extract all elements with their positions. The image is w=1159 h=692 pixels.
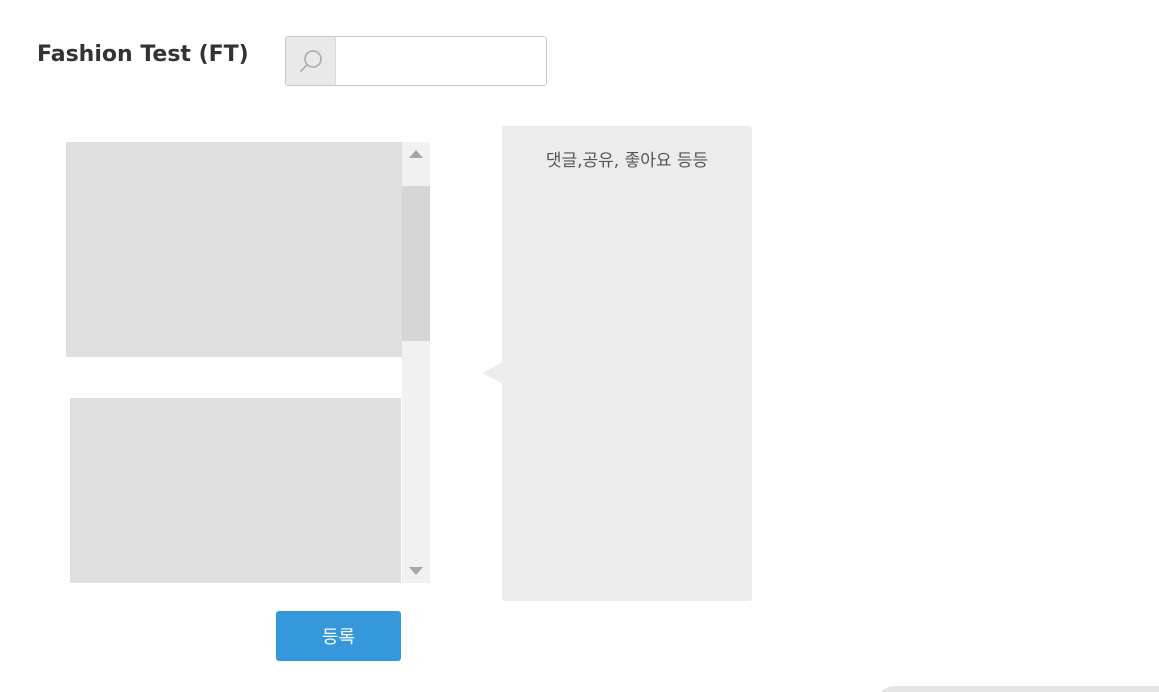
- page-root: Fashion Test (FT) 등록 댓글,공유, 좋아요 등등: [0, 0, 1159, 692]
- comment-panel: 댓글,공유, 좋아요 등등: [502, 126, 752, 601]
- search-input[interactable]: [336, 37, 542, 85]
- feed-panel[interactable]: [66, 142, 430, 583]
- search-icon-glyph: [299, 50, 322, 72]
- comment-panel-text: 댓글,공유, 좋아요 등등: [545, 151, 709, 171]
- scroll-down-button[interactable]: [402, 559, 430, 583]
- feed-image-placeholder[interactable]: [70, 398, 401, 583]
- scrollbar-thumb[interactable]: [402, 186, 430, 341]
- triangle-down-icon: [409, 567, 423, 575]
- triangle-up-icon: [409, 150, 423, 158]
- search-icon[interactable]: [286, 37, 336, 85]
- register-button[interactable]: 등록: [276, 611, 401, 661]
- app-title: Fashion Test (FT): [37, 42, 249, 67]
- scroll-up-button[interactable]: [402, 142, 430, 166]
- search-box[interactable]: [285, 36, 547, 86]
- feed-scrollbar[interactable]: [402, 142, 430, 583]
- bubble-pointer: [482, 362, 503, 384]
- feed-image-placeholder[interactable]: [66, 142, 402, 357]
- corner-decoration: [875, 686, 1159, 692]
